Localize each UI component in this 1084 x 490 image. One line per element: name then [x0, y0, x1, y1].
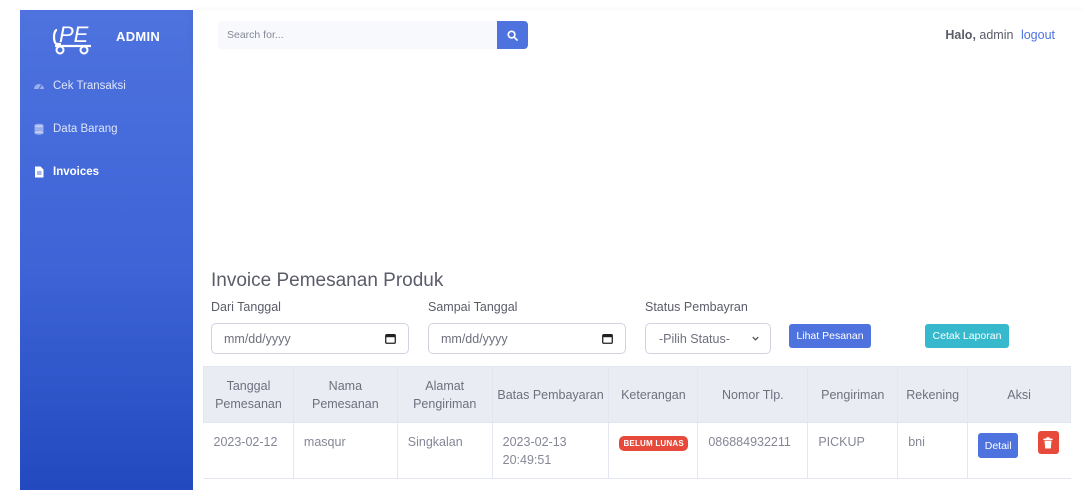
table-row: 2023-02-12 masqur Singkalan 2023-02-13 2… [203, 422, 1071, 479]
sidebar-item-invoices[interactable]: Invoices [20, 160, 193, 184]
column-header: Tanggal Pemesanan [203, 366, 294, 423]
column-header: Nomor Tlp. [697, 366, 809, 423]
cell-nama: masqur [292, 422, 398, 479]
invoice-table: Tanggal Pemesanan Nama Pemesanan Alamat … [203, 366, 1071, 479]
sidebar-item-cek-transaksi[interactable]: Cek Transaksi [20, 74, 193, 98]
column-header: Keterangan [608, 366, 699, 423]
dari-tanggal-input[interactable]: mm/dd/yyyy [211, 323, 409, 354]
date-placeholder: mm/dd/yyyy [441, 331, 508, 346]
truck-logo-icon: PE [52, 22, 91, 55]
column-header: Aksi [967, 366, 1071, 423]
cell-keterangan: BELUM LUNAS [608, 422, 698, 479]
table-header-row: Tanggal Pemesanan Nama Pemesanan Alamat … [203, 366, 1071, 423]
greeting-label: Halo, [945, 28, 976, 42]
date-placeholder: mm/dd/yyyy [224, 331, 291, 346]
status-pembayaran-label: Status Pembayran [645, 300, 748, 314]
cell-rekening: bni [897, 422, 968, 479]
sidebar-item-label: Data Barang [53, 123, 118, 135]
main-content: Invoice Pemesanan Produk Dari Tanggal Sa… [193, 62, 1084, 490]
column-header: Nama Pemesanan [292, 366, 398, 423]
status-badge: BELUM LUNAS [619, 436, 688, 451]
app: PE ADMIN Cek Transaksi Data Barang Invoi… [0, 0, 1084, 490]
cell-aksi: Detail [967, 422, 1071, 479]
database-icon [33, 123, 45, 135]
dari-tanggal-label: Dari Tanggal [211, 300, 281, 314]
sidebar-item-label: Cek Transaksi [53, 80, 126, 92]
logout-link[interactable]: logout [1021, 28, 1055, 42]
gauge-icon [33, 80, 45, 92]
sidebar-item-label: Invoices [53, 166, 100, 178]
column-header: Pengiriman [807, 366, 899, 423]
status-select[interactable]: -Pilih Status- [645, 323, 771, 354]
user-name: admin [979, 28, 1014, 42]
chevron-down-icon [752, 336, 759, 341]
svg-text:PE: PE [59, 22, 89, 47]
brand-name: ADMIN [116, 29, 161, 44]
sidebar: PE ADMIN Cek Transaksi Data Barang Invoi… [20, 10, 193, 490]
cell-alamat: Singkalan [396, 422, 493, 479]
cell-tanggal: 2023-02-12 [203, 422, 294, 479]
cell-nomor: 086884932211 [697, 422, 808, 479]
search-input[interactable] [218, 21, 498, 49]
file-icon [33, 166, 45, 178]
sampai-tanggal-input[interactable]: mm/dd/yyyy [428, 323, 626, 354]
topbar: Halo, admin logout [193, 10, 1084, 62]
cell-batas: 2023-02-13 20:49:51 [491, 422, 609, 479]
sidebar-item-data-barang[interactable]: Data Barang [20, 117, 193, 141]
delete-button[interactable] [1037, 431, 1059, 454]
cell-pengiriman: PICKUP [807, 422, 898, 479]
lihat-pesanan-button[interactable]: Lihat Pesanan [789, 324, 871, 348]
cetak-laporan-button[interactable]: Cetak Laporan [925, 324, 1009, 348]
calendar-icon[interactable] [602, 333, 613, 344]
page-title: Invoice Pemesanan Produk [211, 270, 444, 291]
search-icon [507, 29, 518, 41]
sampai-tanggal-label: Sampai Tanggal [428, 300, 518, 314]
column-header: Alamat Pengiriman [396, 366, 493, 423]
column-header: Rekening [897, 366, 969, 423]
column-header: Batas Pembayaran [491, 366, 610, 423]
detail-button[interactable]: Detail [978, 433, 1019, 458]
calendar-icon[interactable] [385, 333, 396, 344]
trash-icon [1043, 436, 1053, 448]
search-button[interactable] [497, 21, 528, 49]
status-selected-value: -Pilih Status- [659, 331, 730, 346]
brand[interactable]: PE ADMIN [20, 10, 193, 66]
user-greeting: Halo, admin logout [945, 28, 1055, 42]
